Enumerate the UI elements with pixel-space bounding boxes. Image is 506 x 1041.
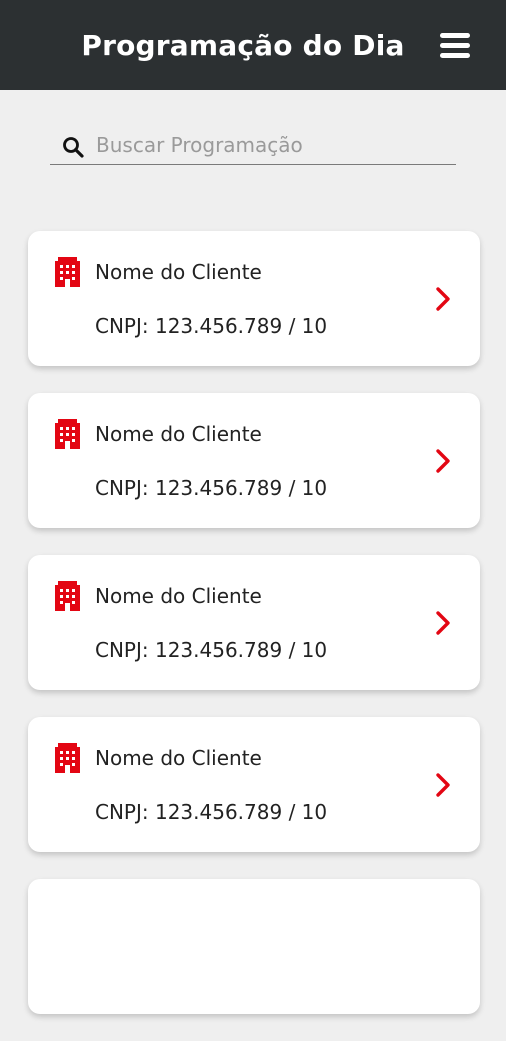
chevron-right-icon[interactable] [434, 286, 452, 312]
chevron-right-icon[interactable] [434, 448, 452, 474]
app-header: Programação do Dia [0, 0, 506, 90]
client-list: Nome do Cliente CNPJ: 123.456.789 / 10 N… [28, 231, 480, 1041]
client-name: Nome do Cliente [95, 584, 262, 608]
client-card[interactable]: Nome do Cliente CNPJ: 123.456.789 / 10 [28, 231, 480, 366]
client-cnpj: CNPJ: 123.456.789 / 10 [95, 638, 328, 662]
page-title: Programação do Dia [81, 29, 405, 62]
building-icon [55, 419, 80, 449]
search-input[interactable] [96, 130, 446, 160]
client-cnpj: CNPJ: 123.456.789 / 10 [95, 476, 328, 500]
client-card[interactable]: Nome do Cliente CNPJ: 123.456.789 / 10 [28, 717, 480, 852]
building-icon [55, 257, 80, 287]
client-card[interactable]: Nome do Cliente CNPJ: 123.456.789 / 10 [28, 555, 480, 690]
client-name: Nome do Cliente [95, 746, 262, 770]
building-icon [55, 581, 80, 611]
client-card-partial[interactable] [28, 879, 480, 1014]
client-name: Nome do Cliente [95, 260, 262, 284]
search-icon[interactable] [62, 136, 84, 158]
client-cnpj: CNPJ: 123.456.789 / 10 [95, 800, 328, 824]
chevron-right-icon[interactable] [434, 610, 452, 636]
chevron-right-icon[interactable] [434, 772, 452, 798]
search-bar [50, 128, 456, 165]
client-card[interactable]: Nome do Cliente CNPJ: 123.456.789 / 10 [28, 393, 480, 528]
client-name: Nome do Cliente [95, 422, 262, 446]
hamburger-menu-icon[interactable] [440, 33, 470, 59]
client-cnpj: CNPJ: 123.456.789 / 10 [95, 314, 328, 338]
building-icon [55, 743, 80, 773]
